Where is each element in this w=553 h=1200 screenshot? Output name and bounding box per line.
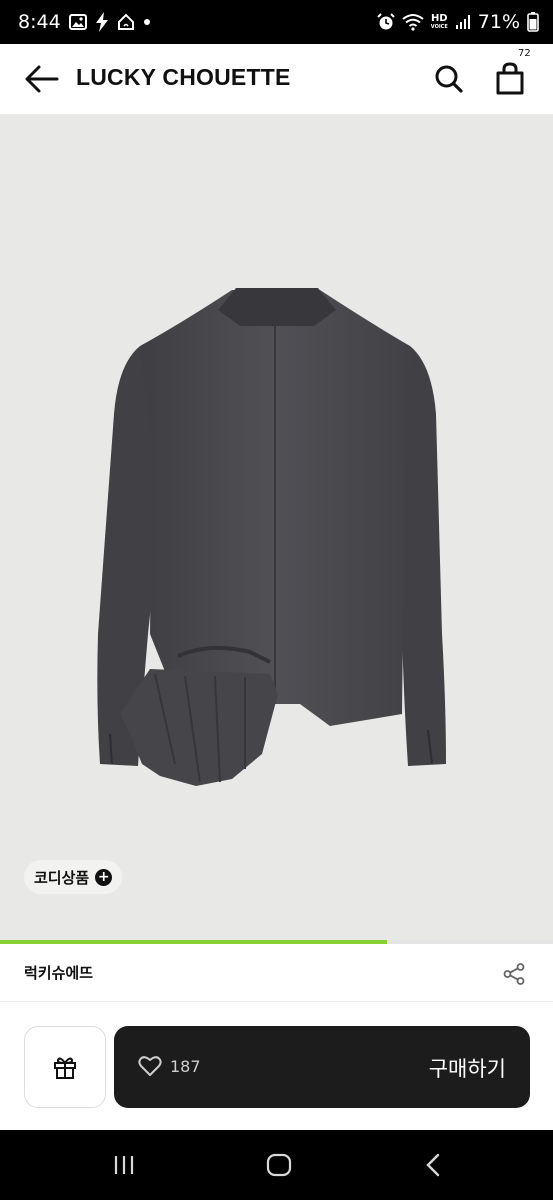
coordi-chip[interactable]: 코디상품 +: [24, 860, 123, 894]
home-button[interactable]: [259, 1148, 299, 1182]
share-icon: [503, 963, 525, 985]
search-icon: [435, 65, 463, 93]
share-button[interactable]: [500, 960, 528, 988]
alarm-icon: [377, 13, 395, 31]
voice-label: VOICE: [430, 24, 448, 30]
back-icon: [426, 1153, 440, 1177]
gift-icon: [54, 1057, 76, 1079]
seller-name[interactable]: 럭키슈에뜨: [24, 962, 93, 983]
hd-voice-icon: HD VOICE: [430, 13, 448, 31]
like-button[interactable]: 187: [138, 1055, 201, 1077]
gift-button[interactable]: [24, 1026, 106, 1108]
brand-title[interactable]: LUCKY CHOUETTE: [76, 64, 291, 91]
cart-count-badge: 72: [518, 48, 531, 59]
cart-button[interactable]: [490, 58, 530, 100]
back-button[interactable]: [22, 61, 62, 97]
status-bar: 8:44 HD VOICE 71%: [0, 0, 553, 44]
nav-back-button[interactable]: [414, 1148, 454, 1182]
system-nav-bar: [0, 1130, 553, 1200]
battery-percent: 71%: [477, 11, 520, 33]
home-icon: [266, 1153, 292, 1177]
wifi-icon: [402, 13, 424, 31]
product-image[interactable]: 코디상품 +: [0, 114, 553, 940]
seller-row: 럭키슈에뜨: [0, 944, 553, 1002]
search-button[interactable]: [430, 60, 468, 98]
status-time: 8:44: [18, 11, 61, 33]
signal-icon: [455, 14, 471, 30]
recent-apps-button[interactable]: [104, 1148, 144, 1182]
back-arrow-icon: [25, 65, 59, 93]
dot-icon: [143, 18, 151, 26]
buy-button[interactable]: 187 구매하기: [114, 1026, 530, 1108]
jacket-image: [97, 288, 446, 786]
image-icon: [68, 14, 87, 30]
shopping-bag-icon: [496, 62, 524, 95]
flash-icon: [95, 12, 109, 32]
recent-apps-icon: [114, 1156, 134, 1174]
like-count: 187: [170, 1056, 201, 1076]
hd-label: HD: [430, 13, 448, 24]
action-bar: 187 구매하기: [0, 1002, 553, 1130]
home-network-icon: [117, 13, 135, 31]
battery-icon: [527, 12, 539, 32]
heart-icon: [138, 1056, 162, 1076]
buy-label: 구매하기: [428, 1057, 506, 1081]
plus-circle-icon: +: [95, 868, 113, 886]
coordi-label: 코디상품: [34, 868, 90, 887]
app-header: LUCKY CHOUETTE: [0, 44, 553, 114]
